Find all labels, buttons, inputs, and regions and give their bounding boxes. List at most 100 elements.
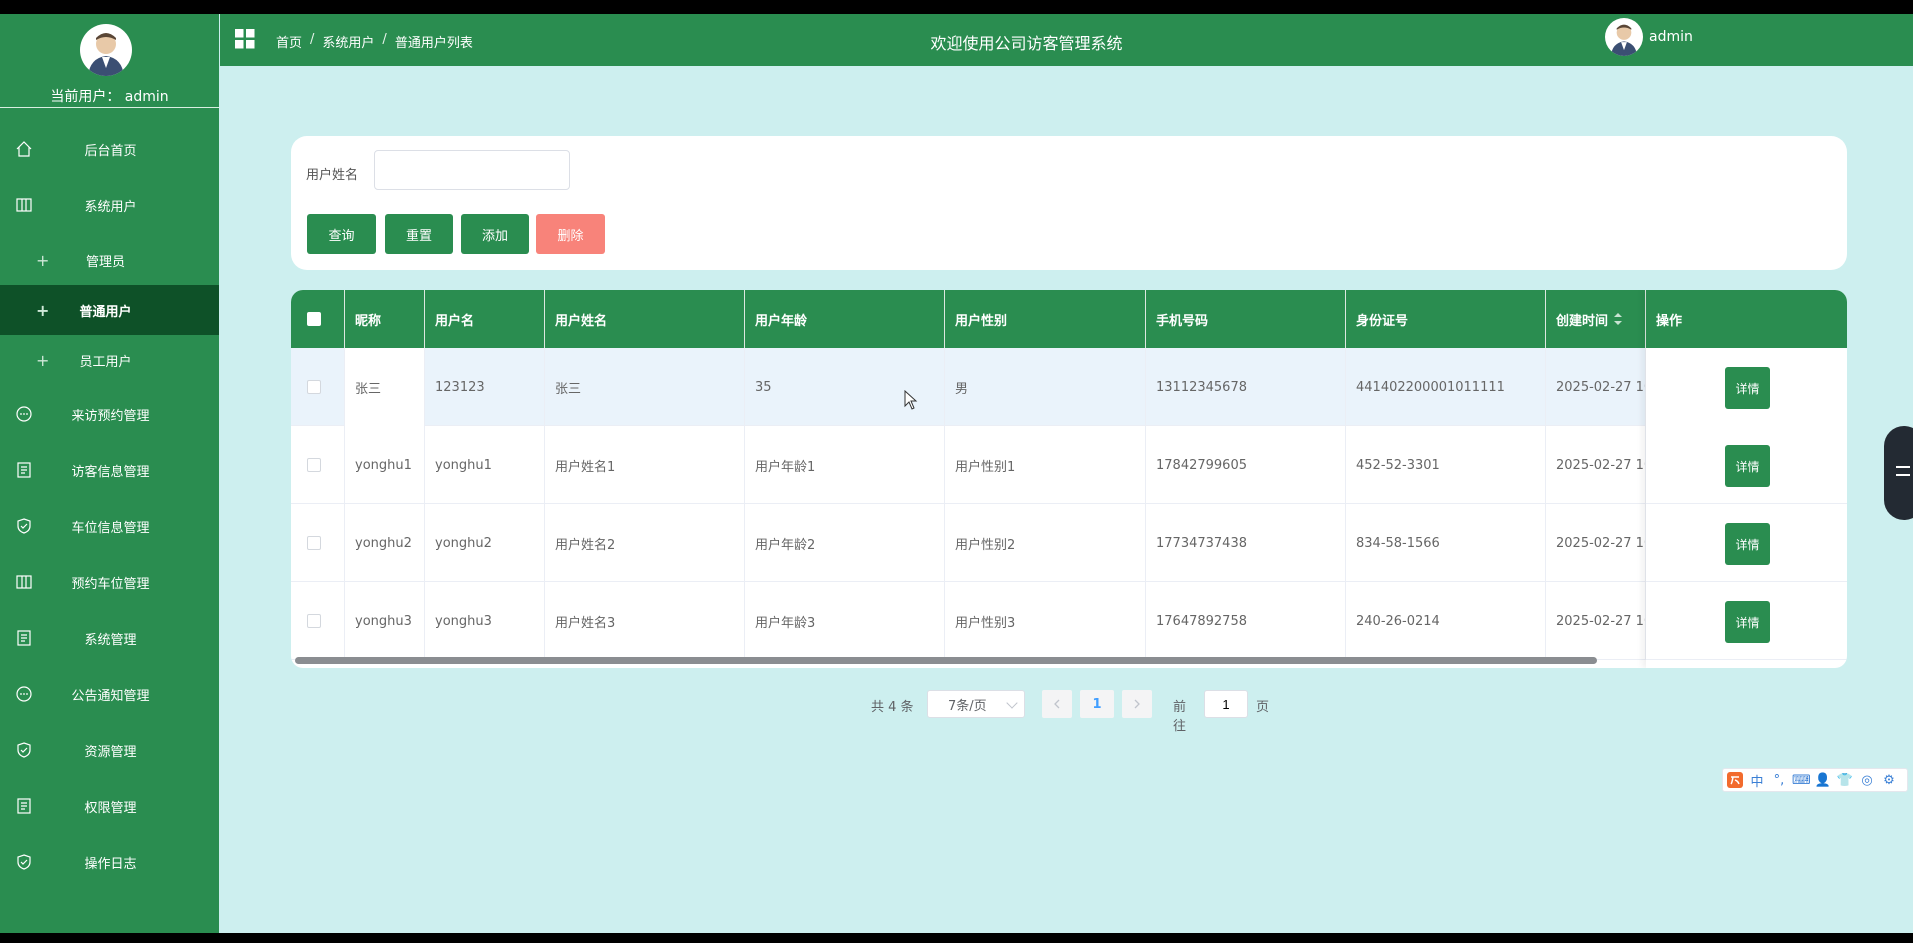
table-row[interactable]: yonghu2 yonghu2 用户姓名2 用户年龄2 用户性别2 177347… <box>291 504 1847 582</box>
sogou-logo-icon[interactable] <box>1726 771 1744 789</box>
sidebar-item-dashboard[interactable]: 后台首页 <box>0 124 219 174</box>
sidebar-item-resources[interactable]: 资源管理 <box>0 725 219 775</box>
cell-nickname: yonghu3 <box>345 582 425 660</box>
cell-nickname: 张三 <box>345 348 425 426</box>
keyboard-icon[interactable]: ⌨ <box>1792 773 1811 788</box>
sidebar-item-announcements[interactable]: 公告通知管理 <box>0 669 219 719</box>
sidebar-item-label: 资源管理 <box>84 744 137 760</box>
header-name: 用户姓名 <box>545 290 745 348</box>
sidebar-item-label: 后台首页 <box>84 143 137 159</box>
table-row[interactable]: yonghu1 yonghu1 用户姓名1 用户年龄1 用户性别1 178427… <box>291 426 1847 504</box>
sidebar-item-employee-users[interactable]: + 员工用户 <box>0 335 219 385</box>
row-checkbox[interactable] <box>307 614 321 628</box>
goto-page-input[interactable] <box>1204 690 1248 718</box>
sidebar-item-system-users[interactable]: 系统用户 <box>0 180 219 230</box>
ime-chinese-toggle[interactable]: 中 <box>1748 771 1766 790</box>
header-username: 用户名 <box>425 290 545 348</box>
sidebar-item-label: 普通用户 <box>79 304 132 320</box>
select-all-checkbox[interactable] <box>307 312 321 326</box>
topbar: 首页 / 系统用户 / 普通用户列表 欢迎使用公司访客管理系统 admin <box>220 14 1913 66</box>
sidebar-item-label: 车位信息管理 <box>71 520 150 536</box>
header-select-all[interactable] <box>291 290 345 348</box>
sidebar-item-system-management[interactable]: 系统管理 <box>0 613 219 663</box>
cell-username: yonghu2 <box>425 504 545 582</box>
sidebar-item-label: 系统用户 <box>84 199 137 215</box>
sidebar-item-label: 来访预约管理 <box>71 408 150 424</box>
cell-name: 用户姓名3 <box>545 582 745 660</box>
cell-phone: 17647892758 <box>1146 582 1346 660</box>
name-field-label: 用户姓名 <box>306 168 359 183</box>
reset-button[interactable]: 重置 <box>385 214 453 254</box>
row-checkbox[interactable] <box>307 380 321 394</box>
cell-gender: 用户性别2 <box>945 504 1146 582</box>
sidebar-item-visit-reservation[interactable]: 来访预约管理 <box>0 389 219 439</box>
sidebar-item-admins[interactable]: + 管理员 <box>0 235 219 285</box>
page-title-text: 欢迎使用公司访客管理系统 <box>930 34 1123 53</box>
sidebar-item-operation-log[interactable]: 操作日志 <box>0 837 219 887</box>
avatar[interactable] <box>1605 18 1643 56</box>
header-created[interactable]: 创建时间 <box>1546 290 1646 348</box>
table-row[interactable]: yonghu3 yonghu3 用户姓名3 用户年龄3 用户性别3 176478… <box>291 582 1847 660</box>
sidebar-item-label: 管理员 <box>85 254 125 270</box>
cell-id-card: 441402200001011111 <box>1346 348 1546 426</box>
detail-button[interactable]: 详情 <box>1725 367 1770 409</box>
cell-phone: 17734737438 <box>1146 504 1346 582</box>
ime-punctuation-toggle[interactable]: °, <box>1770 773 1788 788</box>
menu-lines-icon <box>1896 466 1910 476</box>
user-icon[interactable]: 👤 <box>1814 773 1832 788</box>
name-search-input[interactable] <box>374 150 570 190</box>
topbar-user[interactable]: admin <box>1605 18 1693 56</box>
sidebar-item-permissions[interactable]: 权限管理 <box>0 781 219 831</box>
row-select-cell <box>291 426 345 504</box>
detail-button[interactable]: 详情 <box>1725 445 1770 487</box>
header-id-card: 身份证号 <box>1346 290 1546 348</box>
cell-phone: 17842799605 <box>1146 426 1346 504</box>
topbar-username: admin <box>1649 29 1693 45</box>
detail-button[interactable]: 详情 <box>1725 601 1770 643</box>
row-select-cell <box>291 504 345 582</box>
avatar[interactable] <box>80 24 132 76</box>
table-row[interactable]: 张三 123123 张三 35 男 13112345678 4414022000… <box>291 348 1847 426</box>
next-page-button[interactable] <box>1122 690 1152 718</box>
sidebar-item-parking-info[interactable]: 车位信息管理 <box>0 501 219 551</box>
header-phone: 手机号码 <box>1146 290 1346 348</box>
header-created-label: 创建时间 <box>1556 313 1609 329</box>
horizontal-scrollbar[interactable] <box>295 657 1597 664</box>
current-user-prefix: 当前用户： <box>50 89 121 105</box>
settings-icon[interactable]: ⚙ <box>1880 773 1898 788</box>
cell-name: 用户姓名2 <box>545 504 745 582</box>
sidebar-item-label: 公告通知管理 <box>71 688 150 704</box>
side-drawer-handle[interactable] <box>1884 426 1913 520</box>
cell-id-card: 834-58-1566 <box>1346 504 1546 582</box>
header-actions: 操作 <box>1656 313 1683 329</box>
skin-icon[interactable]: 👕 <box>1836 773 1854 788</box>
cell-name: 张三 <box>545 348 745 426</box>
chevron-right-icon <box>1134 699 1140 709</box>
delete-button[interactable]: 删除 <box>536 214 605 254</box>
detail-button[interactable]: 详情 <box>1725 523 1770 565</box>
cell-nickname: yonghu1 <box>345 426 425 504</box>
sidebar-item-visitor-info[interactable]: 访客信息管理 <box>0 445 219 495</box>
prev-page-button[interactable] <box>1042 690 1072 718</box>
cell-created: 2025-02-27 10 <box>1546 426 1646 504</box>
circle-icon[interactable]: ◎ <box>1858 773 1876 788</box>
sort-icon[interactable] <box>1613 312 1623 326</box>
page-number[interactable]: 1 <box>1080 690 1114 718</box>
mouse-cursor-icon <box>904 390 918 410</box>
page-size-select[interactable]: 7条/页 <box>927 690 1025 718</box>
cell-created: 2025-02-27 10 <box>1546 582 1646 660</box>
sidebar: 当前用户： admin 后台首页 系统用户 + 管理员 + 普通用户 + 员工用… <box>0 14 219 933</box>
cell-name: 用户姓名1 <box>545 426 745 504</box>
row-checkbox[interactable] <box>307 458 321 472</box>
query-button[interactable]: 查询 <box>307 214 376 254</box>
sidebar-profile: 当前用户： admin <box>0 14 219 108</box>
cell-gender: 用户性别1 <box>945 426 1146 504</box>
current-user-label: 当前用户： admin <box>0 86 219 106</box>
cell-nickname: yonghu2 <box>345 504 425 582</box>
row-checkbox[interactable] <box>307 536 321 550</box>
table-header: 昵称 用户名 用户姓名 用户年龄 用户性别 手机号码 身份证号 创建时间 操作 <box>291 290 1847 348</box>
sidebar-item-parking-reservation[interactable]: 预约车位管理 <box>0 557 219 607</box>
sidebar-item-label: 操作日志 <box>84 856 137 872</box>
sidebar-item-regular-users[interactable]: + 普通用户 <box>0 285 219 335</box>
add-button[interactable]: 添加 <box>461 214 529 254</box>
